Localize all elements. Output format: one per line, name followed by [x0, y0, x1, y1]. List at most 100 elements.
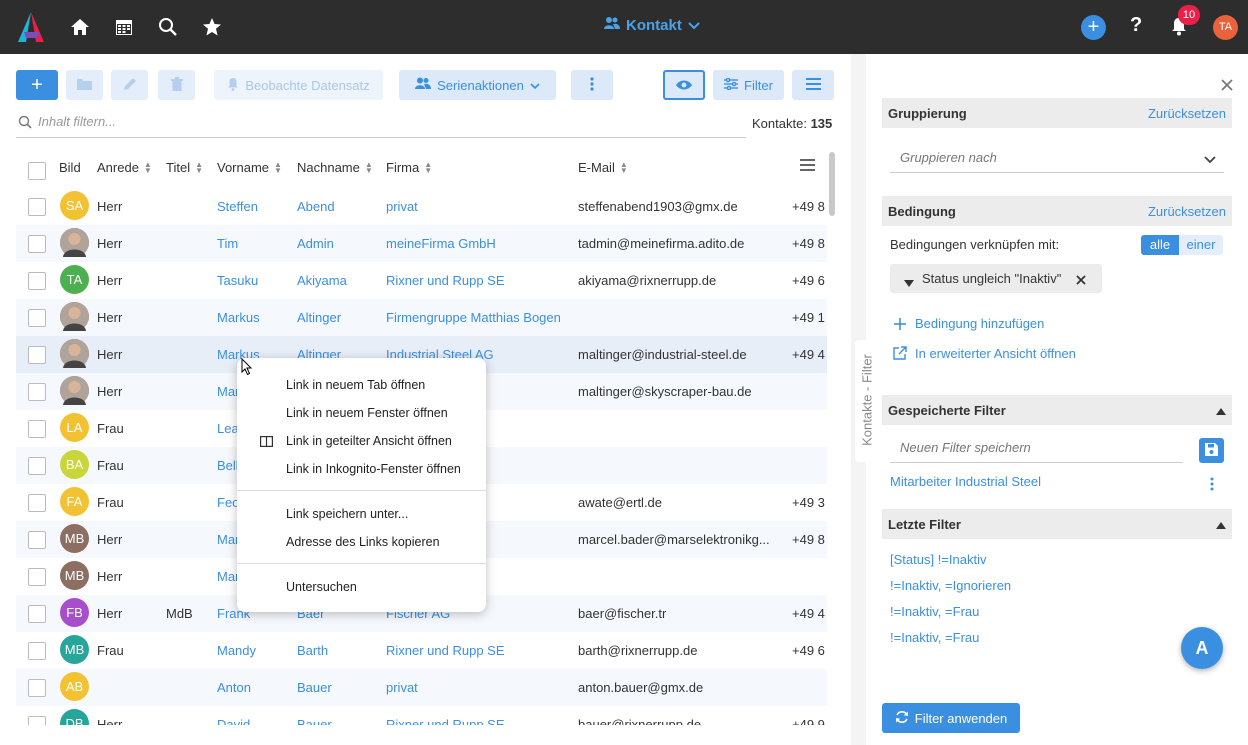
row-checkbox[interactable]: [28, 716, 46, 725]
watch-button[interactable]: Beobachte Datensatz: [214, 70, 383, 100]
table-row[interactable]: MB Frau Mandy Barth Rixner und Rupp SE barth@…: [16, 632, 827, 669]
save-filter-button[interactable]: [1199, 438, 1224, 463]
row-checkbox[interactable]: [28, 383, 46, 401]
filter-button[interactable]: Filter: [713, 70, 784, 100]
saved-filter-item[interactable]: Mitarbeiter Industrial Steel: [890, 474, 1041, 489]
table-row[interactable]: AB Anton Bauer privat anton.bauer@gmx.de: [16, 669, 827, 706]
extended-view-link[interactable]: In erweiterter Ansicht öffnen: [915, 346, 1076, 361]
collapse-up-icon[interactable]: [1216, 517, 1226, 532]
nachname-link[interactable]: Admin: [297, 236, 334, 251]
nachname-link[interactable]: Altinger: [297, 310, 341, 325]
vorname-link[interactable]: Mandy: [217, 643, 256, 658]
firma-link[interactable]: privat: [386, 680, 418, 695]
row-checkbox[interactable]: [28, 679, 46, 697]
column-header-vorname[interactable]: Vorname ▲ ▼: [217, 160, 282, 175]
row-checkbox[interactable]: [28, 568, 46, 586]
vorname-link[interactable]: Bell: [217, 458, 239, 473]
menu-item-save-link[interactable]: Link speichern unter...: [286, 507, 408, 521]
row-checkbox[interactable]: [28, 272, 46, 290]
firma-link[interactable]: Firmengruppe Matthias Bogen: [386, 310, 561, 325]
vorname-link[interactable]: Anton: [217, 680, 251, 695]
menu-item-copy-link[interactable]: Adresse des Links kopieren: [286, 535, 440, 549]
calendar-icon[interactable]: [110, 13, 138, 41]
column-header-titel[interactable]: Titel ▲ ▼: [166, 160, 203, 175]
menu-item-open-incognito[interactable]: Link in Inkognito-Fenster öffnen: [286, 462, 461, 476]
firma-link[interactable]: Rixner und Rupp SE: [386, 273, 505, 288]
help-icon[interactable]: ?: [1130, 14, 1142, 37]
row-checkbox[interactable]: [28, 309, 46, 327]
user-avatar[interactable]: TA: [1213, 15, 1238, 40]
firma-link[interactable]: meineFirma GmbH: [386, 236, 496, 251]
serial-actions-button[interactable]: Serienaktionen: [399, 70, 556, 100]
row-checkbox[interactable]: [28, 198, 46, 216]
close-icon[interactable]: [1221, 79, 1233, 94]
nachname-link[interactable]: Bauer: [297, 680, 332, 695]
select-all-checkbox[interactable]: [28, 162, 46, 180]
table-scrollbar[interactable]: [829, 152, 835, 216]
recent-filter-item[interactable]: !=Inaktiv, =Frau: [890, 630, 979, 645]
nachname-link[interactable]: Abend: [297, 199, 335, 214]
delete-button[interactable]: [158, 70, 195, 100]
table-row[interactable]: DB Herr David Bauer Rixner und Rupp SE bauer@…: [16, 706, 827, 725]
list-view-button[interactable]: [792, 70, 834, 100]
row-checkbox[interactable]: [28, 531, 46, 549]
recent-filter-item[interactable]: !=Inaktiv, =Frau: [890, 604, 979, 619]
content-filter-input[interactable]: Inhalt filtern...: [16, 110, 746, 138]
vorname-link[interactable]: Markus: [217, 310, 260, 325]
app-logo[interactable]: [14, 10, 48, 44]
table-row[interactable]: Herr Markus Altinger Firmengruppe Matthias …: [16, 299, 827, 336]
table-row[interactable]: SA Herr Steffen Abend privat steffenabend1903…: [16, 188, 827, 225]
combine-all-toggle[interactable]: alle: [1141, 235, 1179, 255]
collapse-up-icon[interactable]: [1216, 403, 1226, 418]
condition-reset-link[interactable]: Zurücksetzen: [1148, 204, 1226, 219]
star-icon[interactable]: [198, 13, 226, 41]
context-title[interactable]: Kontakt: [604, 16, 700, 34]
folder-button[interactable]: [66, 70, 103, 100]
column-header-nachname[interactable]: Nachname ▲ ▼: [297, 160, 373, 175]
apply-filter-button[interactable]: Filter anwenden: [882, 703, 1020, 733]
more-actions-button[interactable]: [571, 70, 613, 100]
menu-item-inspect[interactable]: Untersuchen: [286, 580, 357, 594]
view-toggle-button[interactable]: [663, 70, 705, 100]
quick-add-button[interactable]: +: [1081, 15, 1106, 40]
kebab-icon[interactable]: [1210, 477, 1214, 494]
nachname-link[interactable]: Bauer: [297, 717, 332, 725]
table-row[interactable]: TA Herr Tasuku Akiyama Rixner und Rupp SE aki…: [16, 262, 827, 299]
nachname-link[interactable]: Barth: [297, 643, 328, 658]
vorname-link[interactable]: Lea: [217, 421, 239, 436]
firma-link[interactable]: Rixner und Rupp SE: [386, 643, 505, 658]
column-header-firma[interactable]: Firma ▲ ▼: [386, 160, 432, 175]
menu-item-open-split-view[interactable]: Link in geteilter Ansicht öffnen: [286, 434, 452, 448]
vorname-link[interactable]: David: [217, 717, 250, 725]
search-icon[interactable]: [154, 13, 182, 41]
condition-chip[interactable]: Status ungleich "Inaktiv": [890, 264, 1102, 293]
row-checkbox[interactable]: [28, 420, 46, 438]
column-header-anrede[interactable]: Anrede ▲ ▼: [97, 160, 152, 175]
row-checkbox[interactable]: [28, 346, 46, 364]
menu-item-open-new-window[interactable]: Link in neuem Fenster öffnen: [286, 406, 448, 420]
recent-filter-item[interactable]: [Status] !=Inaktiv: [890, 552, 986, 567]
remove-condition-icon[interactable]: [1076, 273, 1086, 288]
column-header-email[interactable]: E-Mail ▲ ▼: [578, 160, 628, 175]
new-filter-name-input[interactable]: Neuen Filter speichern: [890, 432, 1183, 463]
row-checkbox[interactable]: [28, 494, 46, 512]
add-condition-link[interactable]: Bedingung hinzufügen: [915, 316, 1044, 331]
firma-link[interactable]: Rixner und Rupp SE: [386, 717, 505, 725]
vorname-link[interactable]: Tim: [217, 236, 238, 251]
home-icon[interactable]: [66, 13, 94, 41]
row-checkbox[interactable]: [28, 642, 46, 660]
row-checkbox[interactable]: [28, 235, 46, 253]
row-checkbox[interactable]: [28, 605, 46, 623]
column-menu-icon[interactable]: [800, 159, 815, 171]
group-by-select[interactable]: Gruppieren nach: [890, 142, 1224, 173]
menu-item-open-new-tab[interactable]: Link in neuem Tab öffnen: [286, 378, 425, 392]
add-button[interactable]: +: [16, 70, 58, 100]
row-checkbox[interactable]: [28, 457, 46, 475]
combine-one-toggle[interactable]: einer: [1179, 235, 1223, 255]
recent-filter-item[interactable]: !=Inaktiv, =Ignorieren: [890, 578, 1011, 593]
table-row[interactable]: Herr Tim Admin meineFirma GmbH tadmin@meinef…: [16, 225, 827, 262]
vorname-link[interactable]: Tasuku: [217, 273, 258, 288]
nachname-link[interactable]: Akiyama: [297, 273, 347, 288]
firma-link[interactable]: privat: [386, 199, 418, 214]
grouping-reset-link[interactable]: Zurücksetzen: [1148, 106, 1226, 121]
